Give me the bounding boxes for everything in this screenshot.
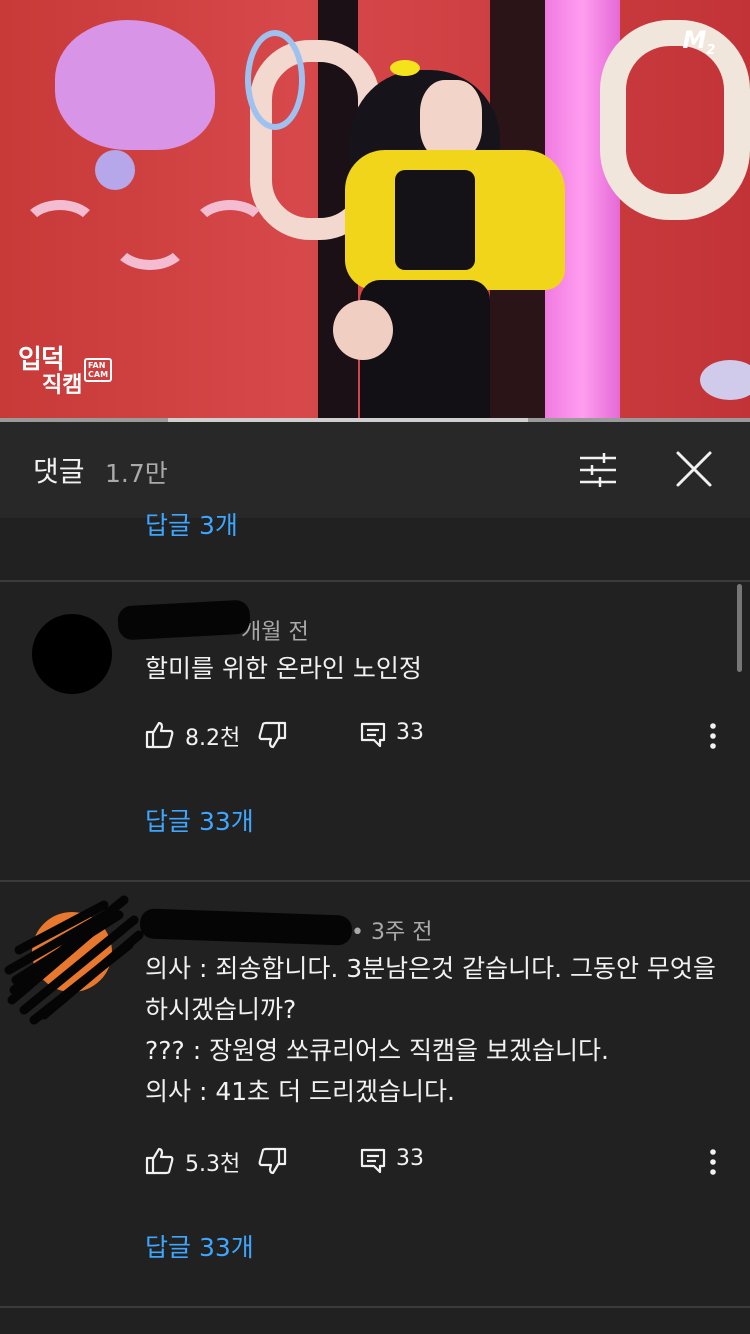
fancam-logo: 입덕 직캠 FAN CAM [18,345,113,398]
divider [0,580,750,582]
comment-actions: 5.3천 33 [145,1142,735,1182]
comment-text: 할미를 위한 온라인 노인정 [145,654,422,683]
performer-outfit [395,170,475,270]
reply-icon[interactable] [360,1148,386,1174]
comment-time: • 3주 전 [351,920,433,945]
fancam-logo-line2: 직캠 [42,373,83,398]
performer-face [420,80,482,160]
reply-count: 33 [396,1146,424,1171]
sort-filter-icon[interactable] [578,450,618,490]
close-icon[interactable] [672,447,716,491]
performer-arm [333,300,393,360]
comments-title: 댓글 [33,455,85,488]
fancam-logo-tag: FAN CAM [84,358,113,382]
divider [0,880,750,882]
comment-actions: 8.2천 33 [145,716,735,756]
stage-decoration [55,20,215,150]
fancam-logo-line1: 입덕 [18,345,65,375]
stage-decoration [700,360,750,400]
reply-count: 33 [396,720,424,745]
redaction-scribble [117,599,251,641]
like-count: 5.3천 [185,1152,241,1177]
like-count: 8.2천 [185,726,241,751]
stage-decoration [20,200,100,260]
stage-decoration [190,200,270,260]
more-options-icon[interactable] [700,720,726,752]
dislike-icon[interactable] [257,720,287,750]
like-icon[interactable] [145,720,175,750]
stage-decoration [95,150,135,190]
replies-link-partial[interactable]: 답글 3개 [145,500,445,536]
replies-link[interactable]: 답글 33개 [145,802,254,838]
like-icon[interactable] [145,1146,175,1176]
comment-time: 개월 전 [241,620,309,645]
dislike-icon[interactable] [257,1146,287,1176]
comment-text: 의사 : 죄송합니다. 3분남은것 같습니다. 그동안 무엇을 하시겠습니까? … [145,954,716,1106]
avatar[interactable] [32,614,112,694]
redaction-scribble [4,895,144,1025]
comments-count: 1.7만 [105,459,168,488]
divider [0,1306,750,1308]
reply-icon[interactable] [360,722,386,748]
replies-link[interactable]: 답글 33개 [145,1228,254,1264]
stage-decoration [110,210,190,270]
stage-decoration [245,30,305,130]
channel-logo: M2 [682,26,716,58]
scrollbar[interactable] [737,584,742,672]
more-options-icon[interactable] [700,1146,726,1178]
performer-bow [390,60,420,76]
video-player[interactable]: M2 입덕 직캠 FAN CAM [0,0,750,418]
